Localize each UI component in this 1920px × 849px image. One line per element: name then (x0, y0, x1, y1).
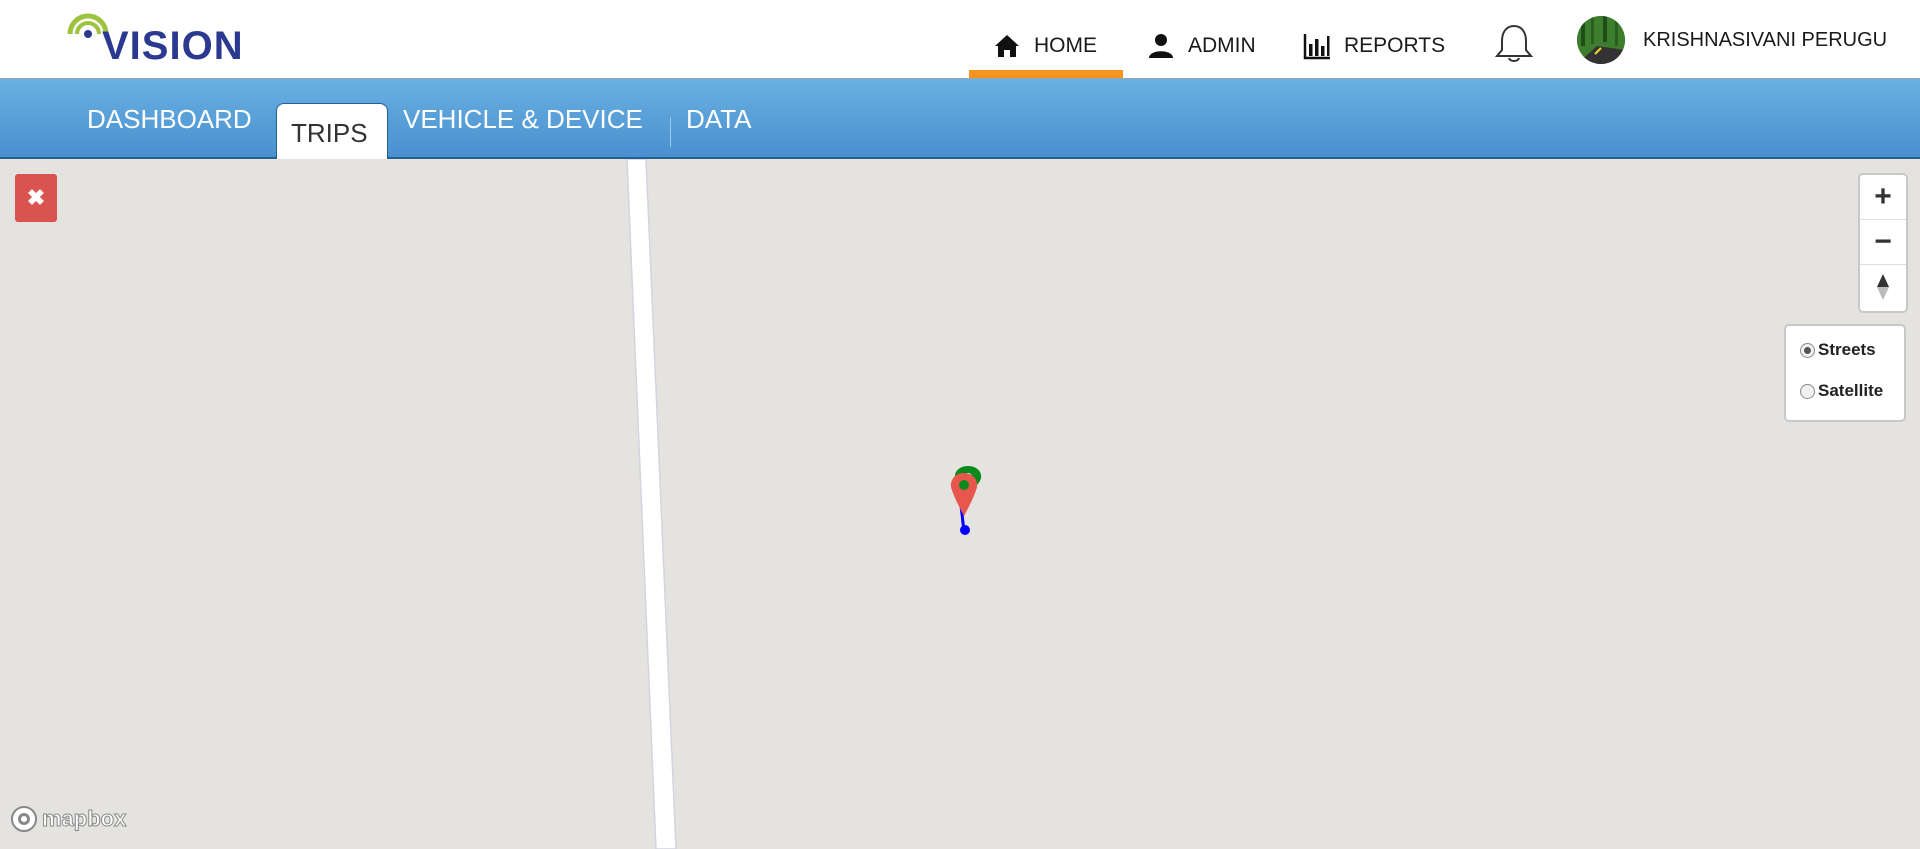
admin-user-icon (1149, 34, 1173, 58)
sub-navigation: DASHBOARD TRIPS VEHICLE & DEVICE DATA (0, 79, 1920, 159)
user-name[interactable]: KRISHNASIVANI PERUGU (1643, 29, 1887, 52)
route-end-dot (960, 525, 970, 535)
nav-admin[interactable]: ADMIN (1146, 24, 1256, 68)
map-style-switcher: Streets Satellite (1784, 324, 1906, 422)
logo-text: VISION (102, 24, 244, 68)
satellite-label: Satellite (1818, 381, 1884, 400)
tab-vehicle-device[interactable]: VEHICLE & DEVICE (403, 104, 643, 134)
mapbox-icon (11, 806, 37, 832)
map-navigation-control: + − (1858, 173, 1908, 313)
style-option-streets[interactable]: Streets (1800, 340, 1876, 360)
satellite-radio[interactable] (1800, 383, 1815, 399)
home-icon (995, 35, 1019, 57)
tab-dashboard[interactable]: DASHBOARD (87, 104, 252, 134)
tab-trips[interactable]: TRIPS (291, 118, 368, 148)
end-marker-icon (950, 473, 978, 516)
mapbox-text: mapbox (41, 806, 127, 832)
nav-home[interactable]: HOME (992, 24, 1097, 68)
nav-admin-label: ADMIN (1188, 34, 1256, 57)
reports-chart-icon (1303, 34, 1330, 60)
avatar-image (1577, 16, 1625, 64)
nav-reports-label: REPORTS (1344, 34, 1446, 57)
plus-icon: + (1874, 180, 1892, 213)
zoom-in-button[interactable]: + (1860, 175, 1906, 220)
style-option-satellite[interactable]: Satellite (1800, 381, 1883, 401)
close-icon: ✖ (26, 185, 46, 210)
zoom-out-button[interactable]: − (1860, 220, 1906, 265)
vision-logo[interactable]: VISION (62, 12, 243, 68)
end-marker-center (959, 480, 969, 490)
nav-home-label: HOME (1034, 34, 1097, 57)
active-nav-indicator (969, 70, 1123, 78)
mapbox-attribution[interactable]: mapbox (10, 805, 127, 833)
close-button[interactable]: ✖ (15, 174, 57, 222)
compass-button[interactable] (1860, 265, 1906, 309)
map-canvas[interactable]: ✖ + − Streets Satellite mapbox (0, 159, 1920, 849)
streets-label: Streets (1818, 340, 1876, 359)
minus-icon: − (1874, 225, 1892, 258)
streets-radio[interactable] (1800, 342, 1815, 358)
trip-markers[interactable] (944, 464, 984, 536)
compass-icon (1877, 274, 1889, 300)
tab-data[interactable]: DATA (686, 104, 751, 134)
bell-icon[interactable] (1492, 22, 1536, 64)
tab-divider (670, 117, 671, 147)
user-avatar[interactable] (1577, 16, 1625, 64)
top-header: VISION HOME ADMIN REPORTS KRISHNASIVANI … (0, 0, 1920, 79)
nav-reports[interactable]: REPORTS (1302, 24, 1445, 68)
